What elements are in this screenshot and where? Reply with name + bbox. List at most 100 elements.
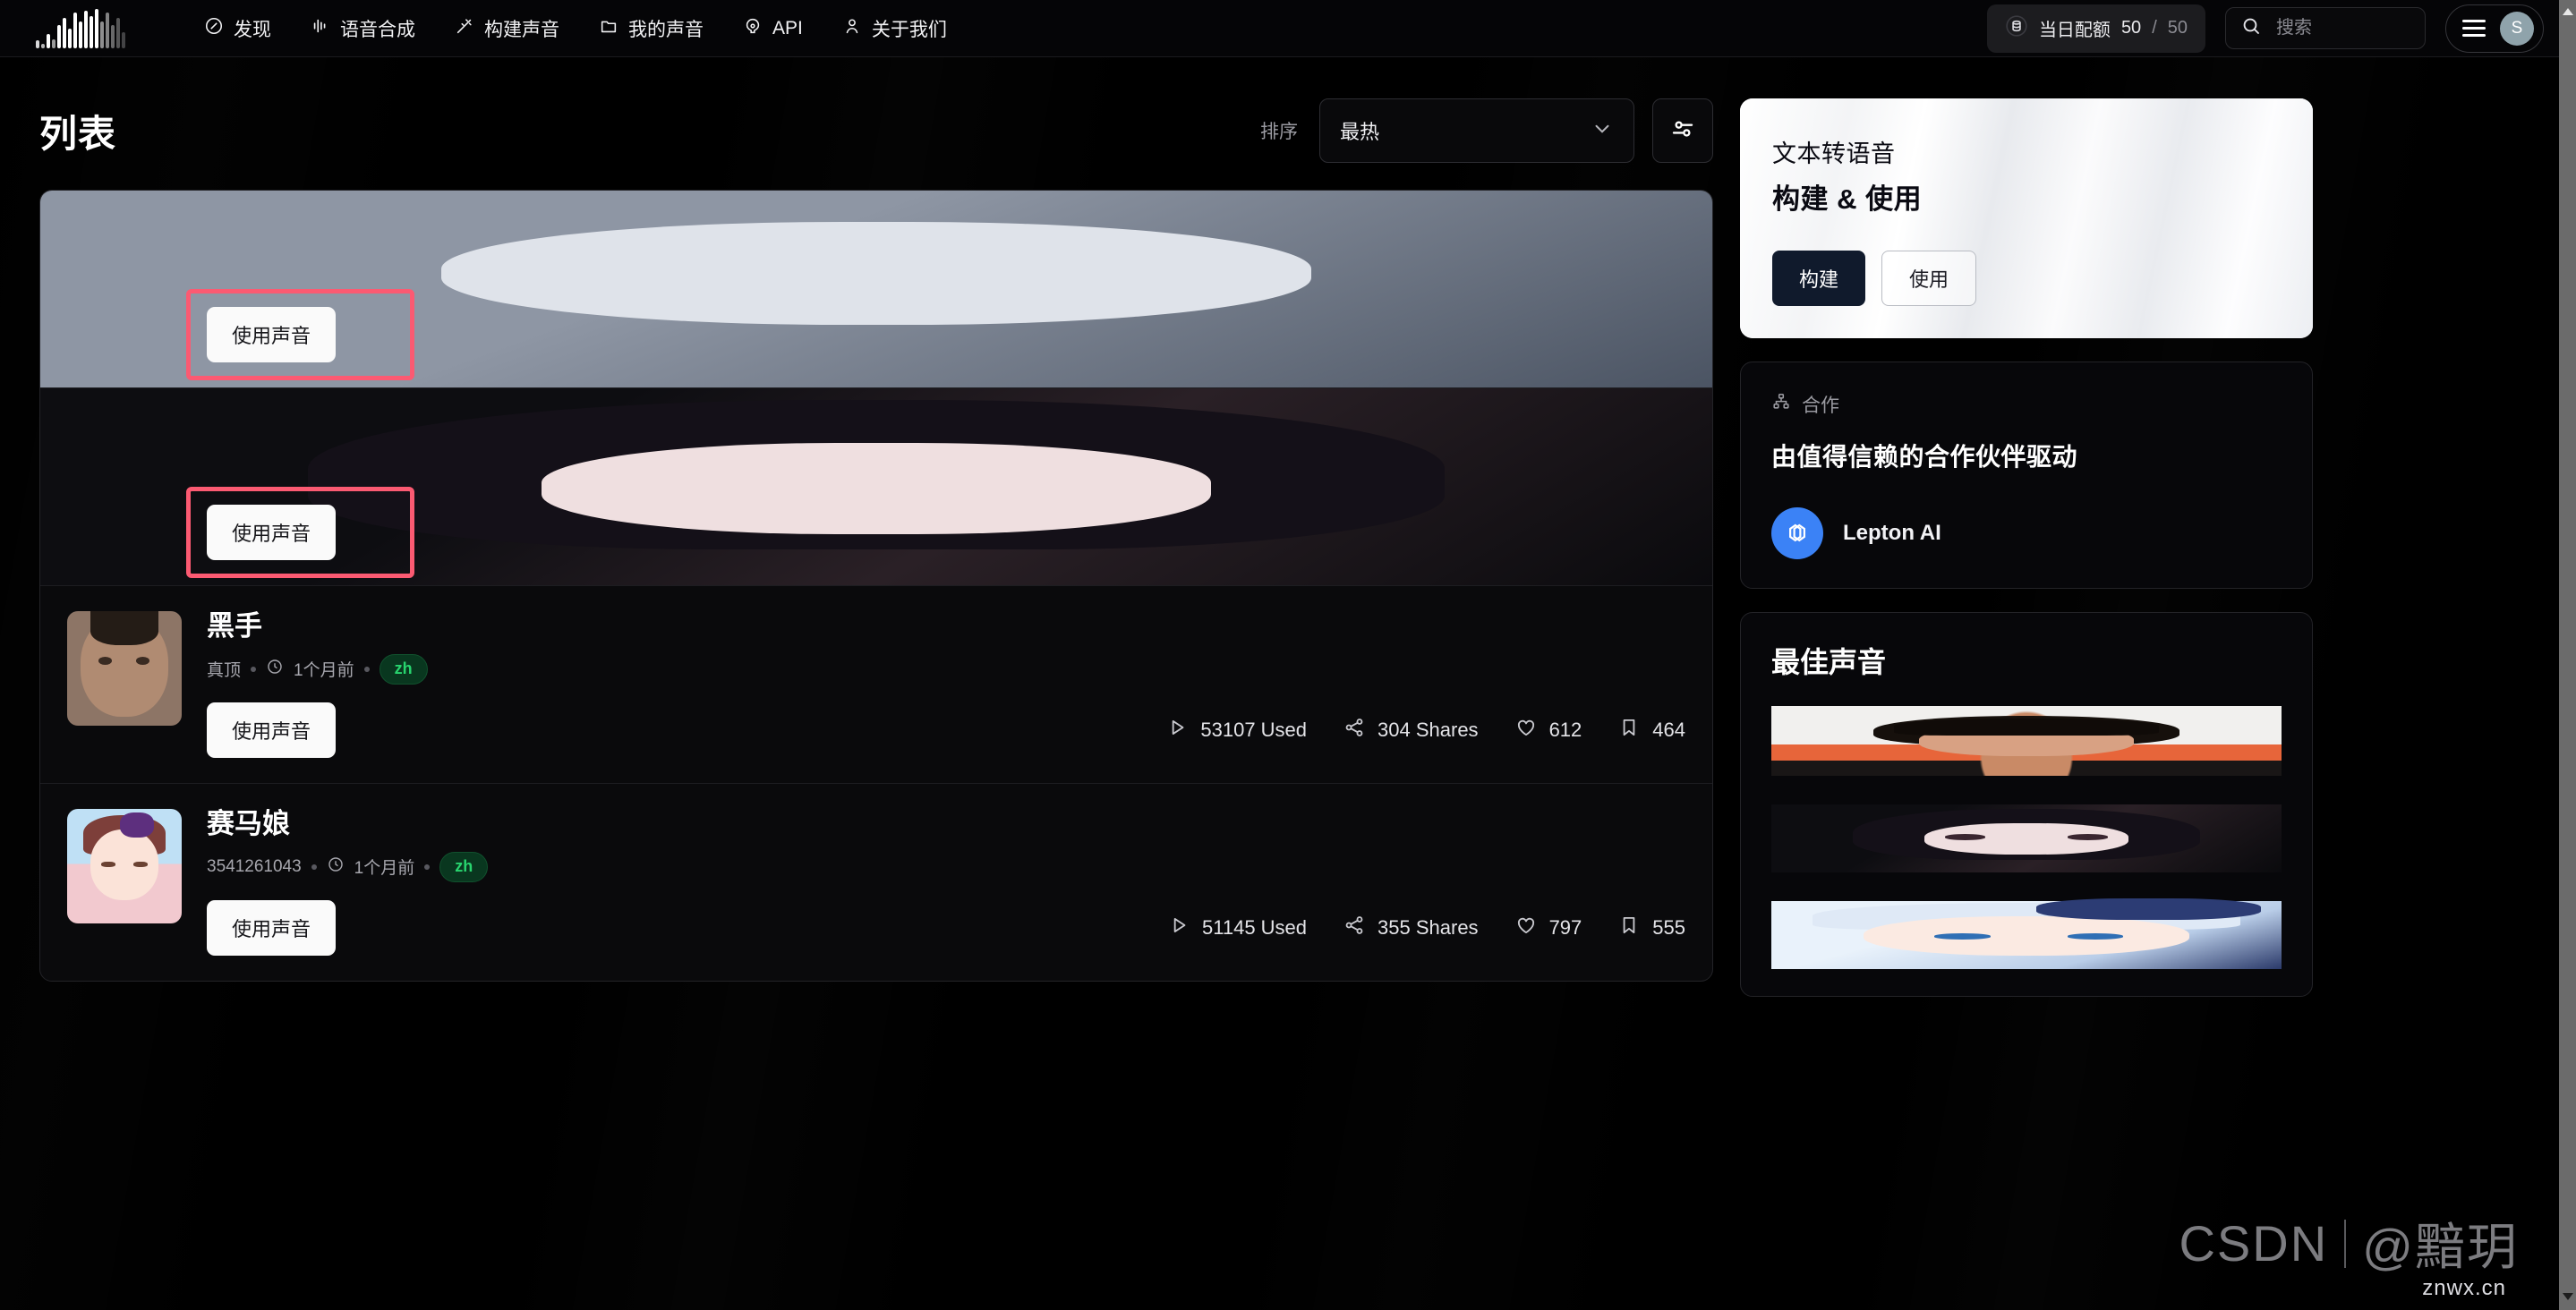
sliders-icon <box>1669 115 1696 147</box>
language-tag[interactable]: zh <box>439 851 489 882</box>
quota-label: 当日配额 <box>2038 21 2111 40</box>
use-voice-button[interactable]: 使用声音 <box>207 306 337 362</box>
waveform-logo[interactable] <box>36 8 132 48</box>
promo-use-button[interactable]: 使用 <box>1881 251 1977 306</box>
best-voices-card: 最佳声音 01 丁真 Xz乔希 2503 <box>1740 612 2313 997</box>
stat-used: 51145 Used <box>1167 914 1307 942</box>
stat-value: 464 <box>1652 718 1685 741</box>
use-voice-highlight: 使用声音 <box>185 486 415 578</box>
partner-item[interactable]: Lepton AI <box>1771 507 2282 559</box>
lepton-logo <box>1771 507 1823 559</box>
list-header: 列表 排序 最热 <box>39 98 1713 163</box>
main-column: 列表 排序 最热 使用声音 使用声音 黑手 真顶 1个月前 zh 使用声音 53… <box>39 98 1713 997</box>
nav-item-api[interactable]: API <box>723 9 823 48</box>
watermark-divider <box>2344 1219 2347 1268</box>
voice-card-body: AD学姐 1个月前 2 音频示例 <box>40 387 1712 585</box>
use-voice-wrap: 使用声音 <box>207 899 337 956</box>
voice-meta: 真顶 1个月前 zh <box>207 653 1685 685</box>
stat-used: 53107 Used <box>1165 716 1307 744</box>
use-voice-button[interactable]: 使用声音 <box>207 504 337 560</box>
stat-value: 304 Shares <box>1378 718 1479 741</box>
voice-author[interactable]: 真顶 <box>207 657 241 681</box>
folder-icon <box>599 16 618 41</box>
search-box[interactable] <box>2225 7 2426 49</box>
nav-item-label: 关于我们 <box>871 19 947 40</box>
meta-dot <box>424 863 431 870</box>
voice-stats: 51145 Used 355 Shares 797 555 <box>1167 914 1685 942</box>
meta-dot <box>311 863 317 870</box>
voice-card-footer: 使用声音 51145 Used 355 Shares 797 555 <box>207 882 1685 956</box>
nav-links: 发现 语音合成 构建声音 我的声音 API 关于我们 <box>184 8 967 49</box>
use-voice-button[interactable]: 使用声音 <box>207 899 337 956</box>
voice-author[interactable]: 3541261043 <box>207 857 302 877</box>
best-voice-item[interactable]: 02 AD学姐 1251 <box>1771 804 2282 872</box>
voice-card-body: 丁真 Xz乔希 1个月前 zh <box>40 191 1712 387</box>
hamburger-icon[interactable] <box>2462 20 2486 37</box>
nav-item-label: 我的声音 <box>628 19 704 40</box>
voice-stats: 53107 Used 304 Shares 612 464 <box>1165 716 1685 744</box>
promo-build-button[interactable]: 构建 <box>1772 251 1866 306</box>
voice-card-body: 黑手 真顶 1个月前 zh 使用声音 53107 Used 304 Shares… <box>207 609 1685 758</box>
quota-total: 50 <box>2167 18 2188 38</box>
stat-value: 612 <box>1548 718 1582 741</box>
voice-card[interactable]: 黑手 真顶 1个月前 zh 使用声音 53107 Used 304 Shares… <box>40 586 1712 784</box>
partners-title: 由值得信赖的合作伙伴驱动 <box>1771 443 2078 471</box>
nav-item-discover[interactable]: 发现 <box>184 8 291 49</box>
best-voice-thumbnail[interactable] <box>1771 804 2282 872</box>
use-voice-button[interactable]: 使用声音 <box>207 702 337 758</box>
voice-thumbnail[interactable] <box>67 808 182 923</box>
nav-item-about-us[interactable]: 关于我们 <box>823 8 967 49</box>
nav-item-label: 发现 <box>234 19 271 40</box>
sidebar: 文本转语音 构建 & 使用 构建 使用 合作 由值得信赖的合作伙伴驱动 Lept… <box>1740 98 2313 997</box>
play-icon <box>1165 716 1189 744</box>
triangle-down-icon[interactable] <box>2559 1288 2576 1305</box>
sort-select[interactable]: 最热 <box>1319 98 1634 163</box>
heart-icon <box>1514 914 1538 942</box>
share-icon <box>1343 716 1366 744</box>
promo-line-1: 文本转语音 <box>1772 140 1896 167</box>
daily-quota-badge[interactable]: 当日配额 50 / 50 <box>1986 4 2205 53</box>
avatar[interactable]: S <box>2500 11 2534 46</box>
partners-card: 合作 由值得信赖的合作伙伴驱动 Lepton AI <box>1740 362 2313 589</box>
stat-value: 53107 Used <box>1200 718 1308 741</box>
sort-value: 最热 <box>1340 121 1380 143</box>
stat-value: 797 <box>1548 915 1582 939</box>
stat-shares: 304 Shares <box>1343 716 1479 744</box>
filter-button[interactable] <box>1652 98 1713 163</box>
magic-wand-icon <box>455 16 474 41</box>
promo-line-2: 构建 & 使用 <box>1772 183 1923 215</box>
voice-thumbnail[interactable] <box>67 610 182 726</box>
voice-card[interactable]: AD学姐 1个月前 2 音频示例 <box>40 387 1712 586</box>
list-controls: 排序 最热 <box>1260 98 1713 163</box>
voice-card[interactable]: 丁真 Xz乔希 1个月前 zh <box>40 191 1712 388</box>
bookmark-icon <box>1617 914 1641 942</box>
triangle-up-icon[interactable] <box>2559 3 2576 20</box>
nav-item-build-voice[interactable]: 构建声音 <box>435 8 579 49</box>
nav-item-tts[interactable]: 语音合成 <box>291 8 435 49</box>
stat-value: 555 <box>1652 915 1685 939</box>
nav-item-label: 语音合成 <box>340 19 415 40</box>
nav-item-label: API <box>772 17 803 38</box>
voice-card-list: 丁真 Xz乔希 1个月前 zh <box>39 190 1713 982</box>
partner-name: Lepton AI <box>1843 521 1941 545</box>
search-input[interactable] <box>2276 18 2410 38</box>
best-voice-item[interactable]: 03 芙宁娜 红血球AE3803 917 <box>1771 897 2282 969</box>
voice-time: 1个月前 <box>354 859 415 879</box>
watermark-brand: CSDN <box>2179 1215 2329 1272</box>
audio-waves-icon <box>311 16 330 41</box>
nav-item-my-voices[interactable]: 我的声音 <box>579 8 723 49</box>
voice-name: 黑手 <box>207 609 262 642</box>
menu-avatar-button[interactable]: S <box>2445 4 2544 53</box>
use-voice-highlight: 使用声音 <box>185 288 415 380</box>
author-avatar <box>40 387 1712 585</box>
watermark: CSDN @黯玥 <box>2179 1207 2519 1280</box>
page-scrollbar[interactable] <box>2559 0 2576 1310</box>
language-tag[interactable]: zh <box>379 653 428 685</box>
user-icon <box>842 16 862 41</box>
best-voice-item[interactable]: 01 丁真 Xz乔希 2503 <box>1771 706 2282 776</box>
author-avatar <box>40 191 1712 387</box>
voice-card[interactable]: 赛马娘 3541261043 1个月前 zh 使用声音 51145 Used 3… <box>40 784 1712 981</box>
stat-bookmarks: 464 <box>1617 716 1685 744</box>
best-voice-thumbnail[interactable] <box>1771 897 2282 969</box>
best-voice-thumbnail[interactable] <box>1771 706 2282 776</box>
